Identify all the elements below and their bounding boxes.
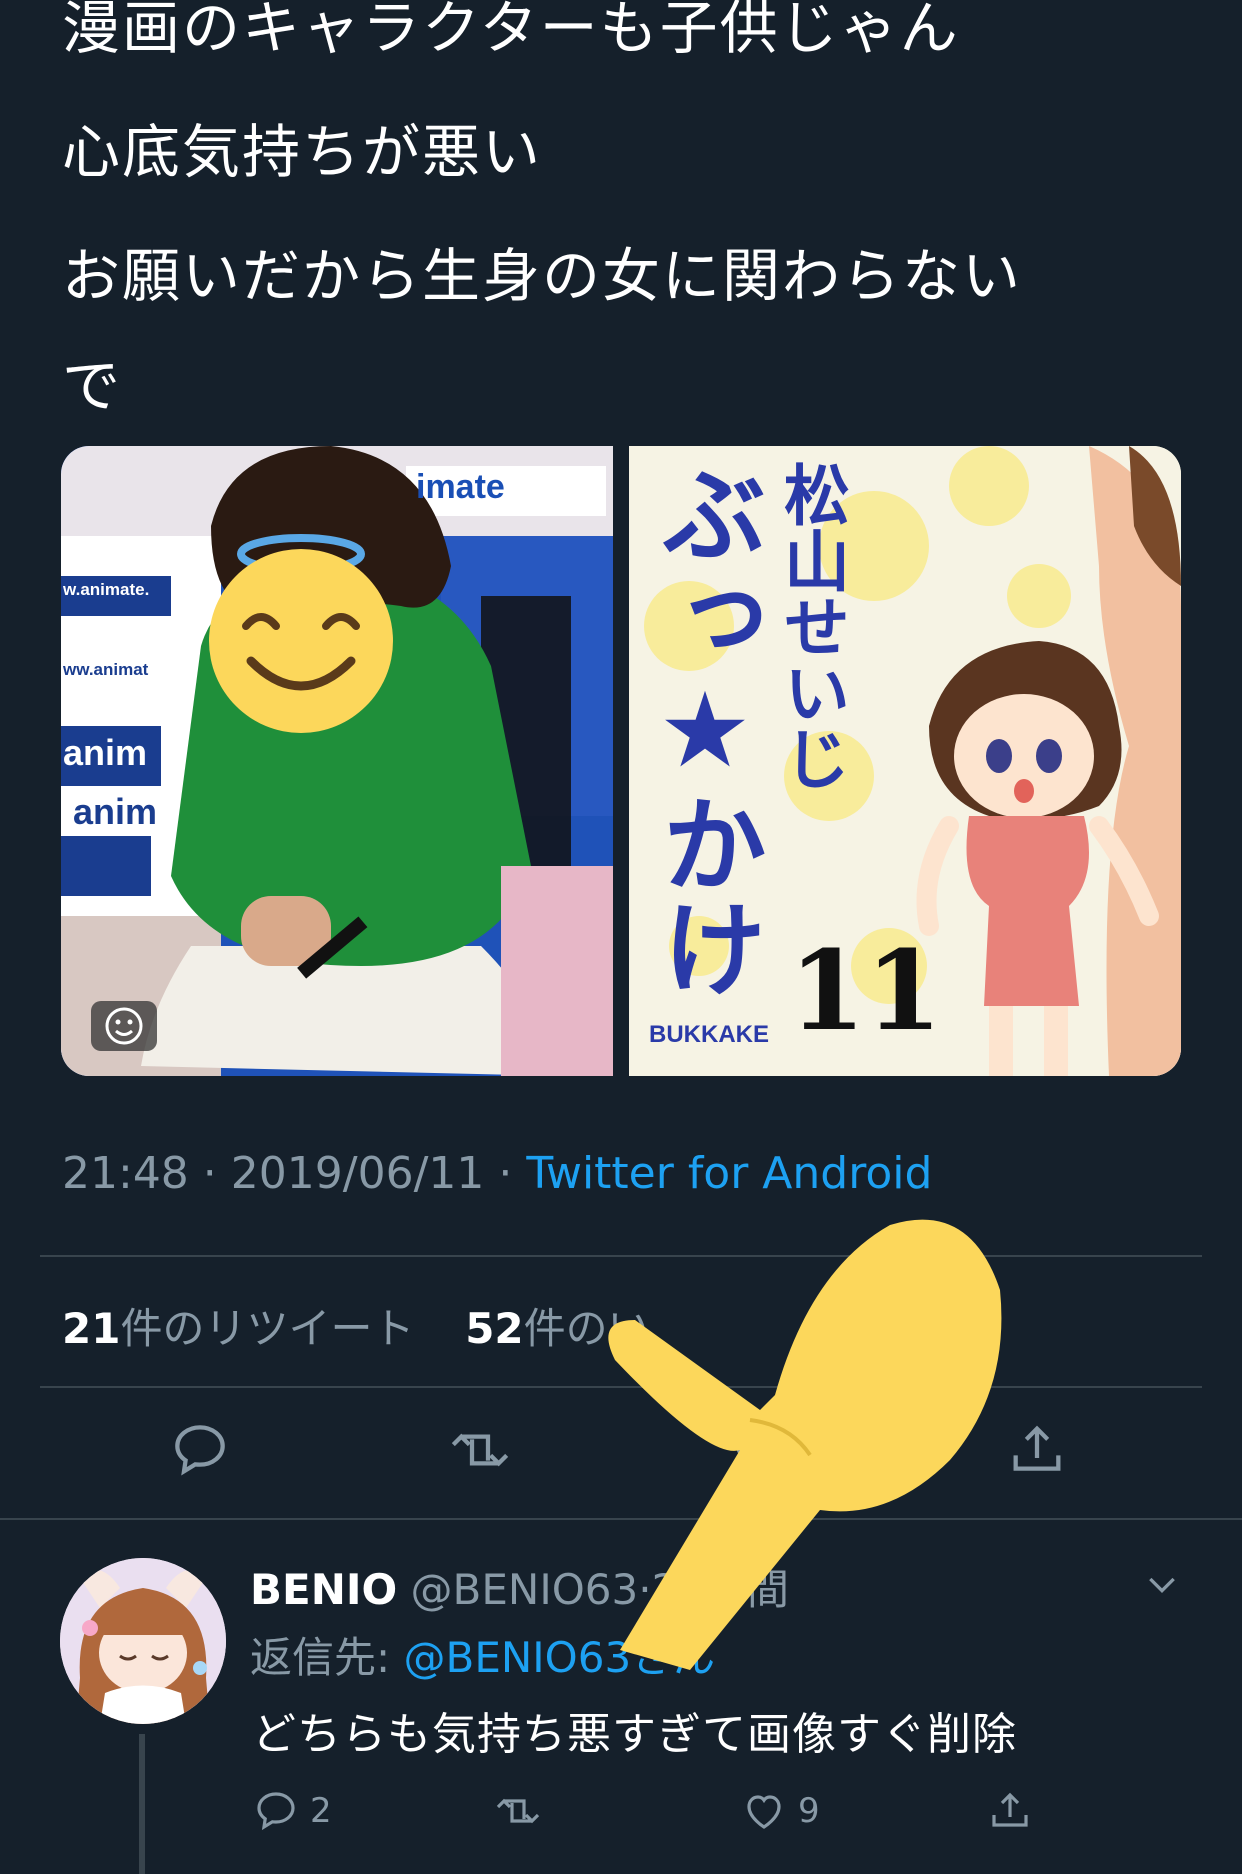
cover-volume: 11 <box>789 926 943 1055</box>
reply-text: どちらも気持ち悪すぎて画像すぐ削除 <box>252 1709 1017 1760</box>
like-stat[interactable]: 52件のい <box>465 1304 649 1353</box>
reply-action-bar: 2 9 <box>0 1785 1242 1845</box>
banner-text: imate <box>416 468 505 506</box>
cover-author: 松山せいじ <box>773 461 850 791</box>
retweet-label: 件のリツイート <box>120 1304 415 1353</box>
wall-text: ww.animat <box>63 660 149 679</box>
retweet-count: 21 <box>62 1304 121 1353</box>
meta-separator: · <box>484 1148 527 1199</box>
like-icon[interactable] <box>726 1418 790 1482</box>
like-count: 52 <box>465 1304 524 1353</box>
wall-text: anim <box>63 732 148 773</box>
reply-retweet-button[interactable] <box>494 1785 542 1837</box>
share-icon <box>992 1792 1028 1827</box>
reply-author-name[interactable]: BENIO <box>250 1565 397 1614</box>
divider <box>40 1386 1202 1388</box>
retweet-stat[interactable]: 21件のリツイート <box>62 1304 414 1353</box>
avatar[interactable] <box>60 1558 226 1724</box>
divider <box>40 1255 1202 1257</box>
tweet-stats: 21件のリツイート 52件のい <box>62 1295 650 1356</box>
tweet-time: 21:48 <box>62 1148 189 1199</box>
tweet-text: 漫画のキャラクターも子供じゃん 心底気持ちが悪い お願いだから生身の女に関わらな… <box>62 0 1192 434</box>
media-photo-right[interactable]: ぶっ★かけ 松山せいじ 11 BUKKAKE <box>629 446 1181 1076</box>
cover-title: ぶっ★かけ <box>644 461 766 999</box>
media-photo-left[interactable]: imate w.animate. ww.animat anim anim <box>61 446 613 1076</box>
tweet-meta: 21:48 · 2019/06/11 · Twitter for Android <box>62 1148 932 1199</box>
reply-count: 2 <box>310 1791 332 1831</box>
tweet-media[interactable]: imate w.animate. ww.animat anim anim ぶっ★… <box>61 446 1181 1076</box>
reply-icon <box>257 1792 295 1831</box>
cover-romaji: BUKKAKE <box>649 1021 769 1048</box>
like-icon <box>747 1795 781 1829</box>
reply-like-button[interactable]: 9 <box>740 1785 820 1837</box>
reply-tweet[interactable]: BENIO @BENIO63·21時間 返信先: @BENIO63さん どちらも… <box>0 1520 1242 1874</box>
wall-text: w.animate. <box>63 580 150 599</box>
retweet-icon <box>496 1798 540 1824</box>
tweet-line: お願いだから生身の女に関わらない <box>62 242 1023 310</box>
tweet-action-bar <box>0 1418 1242 1498</box>
like-label: 件のい <box>523 1304 650 1353</box>
tweet-date: 2019/06/11 <box>230 1148 485 1199</box>
reply-time: ·21時間 <box>638 1565 790 1614</box>
share-icon[interactable] <box>1005 1418 1069 1482</box>
reply-to-mention[interactable]: @BENIO63さん <box>404 1633 716 1682</box>
chevron-down-icon[interactable] <box>1142 1564 1182 1604</box>
wall-text: anim <box>73 791 158 832</box>
tweet-line: 心底気持ちが悪い <box>62 118 543 186</box>
tweet-line: 漫画のキャラクターも子供じゃん <box>62 0 960 62</box>
reply-header: BENIO @BENIO63·21時間 <box>250 1556 789 1617</box>
reply-like-count: 9 <box>798 1791 820 1831</box>
reply-reply-button[interactable]: 2 <box>252 1785 332 1837</box>
tweet-source-link[interactable]: Twitter for Android <box>526 1148 932 1199</box>
reply-icon[interactable] <box>168 1418 232 1482</box>
reply-to: 返信先: @BENIO63さん <box>250 1624 715 1685</box>
reply-to-label: 返信先: <box>250 1633 404 1682</box>
retweet-icon[interactable] <box>448 1418 512 1482</box>
meta-separator: · <box>188 1148 231 1199</box>
tweet-line: で <box>62 352 123 420</box>
reply-author-handle[interactable]: @BENIO63 <box>411 1565 639 1614</box>
reply-share-button[interactable] <box>986 1785 1034 1837</box>
